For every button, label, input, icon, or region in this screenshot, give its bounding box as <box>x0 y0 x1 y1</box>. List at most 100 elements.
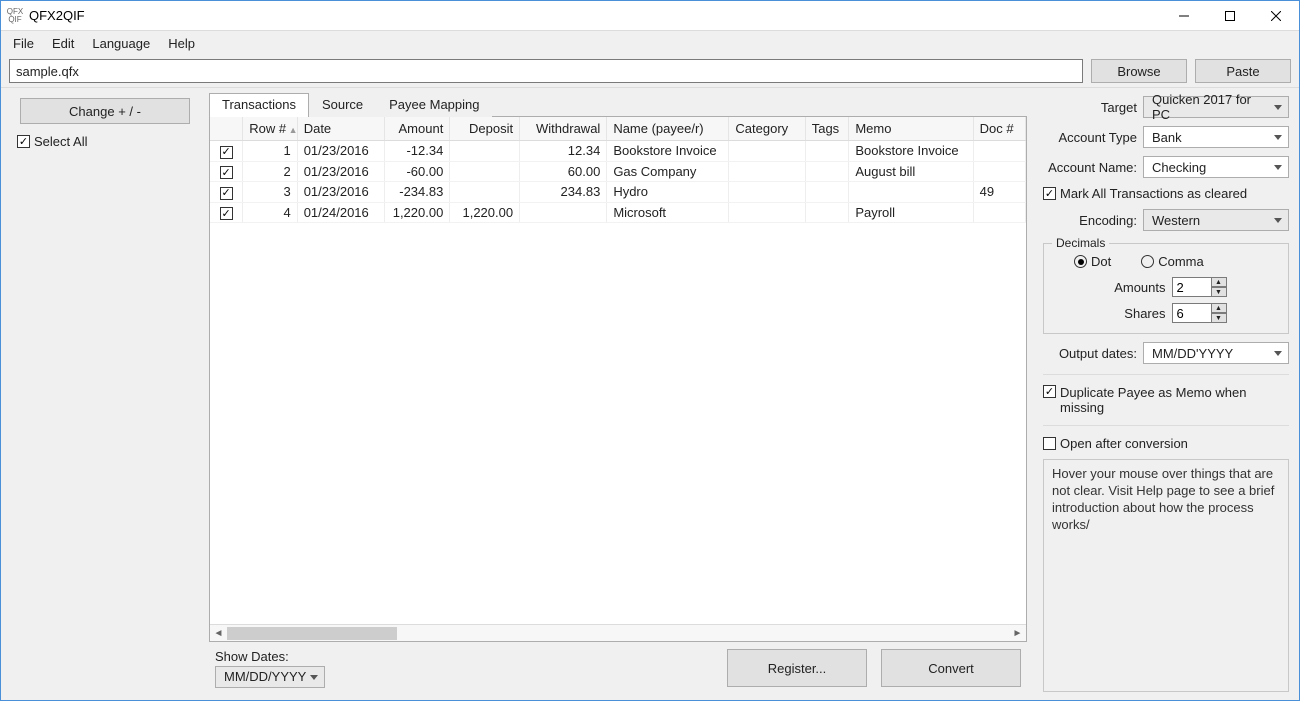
cell-amount: -12.34 <box>384 141 449 162</box>
open-after-row[interactable]: Open after conversion <box>1043 436 1188 451</box>
col-check[interactable] <box>210 117 243 141</box>
cell-deposit <box>450 182 520 203</box>
scroll-left-arrow[interactable]: ◄ <box>210 625 227 642</box>
cell-doc: 49 <box>973 182 1025 203</box>
row-checkbox[interactable] <box>220 207 233 220</box>
col-tags[interactable]: Tags <box>805 117 849 141</box>
cell-withdrawal <box>520 202 607 223</box>
minimize-button[interactable] <box>1161 1 1207 30</box>
row-checkbox-cell[interactable] <box>210 182 243 203</box>
cell-date: 01/24/2016 <box>297 202 384 223</box>
dup-payee-checkbox[interactable] <box>1043 385 1056 398</box>
col-row[interactable]: Row # <box>243 117 298 141</box>
cell-row: 1 <box>243 141 298 162</box>
close-button[interactable] <box>1253 1 1299 30</box>
cell-category <box>729 182 805 203</box>
row-checkbox[interactable] <box>220 187 233 200</box>
change-sign-button[interactable]: Change + / - <box>20 98 190 124</box>
tab-source[interactable]: Source <box>309 93 376 117</box>
amounts-label: Amounts <box>1106 280 1166 295</box>
cell-doc <box>973 161 1025 182</box>
shares-label: Shares <box>1106 306 1166 321</box>
right-panel: Target Quicken 2017 for PC Account Type … <box>1033 88 1299 700</box>
select-all-row[interactable]: Select All <box>11 134 87 149</box>
main-body: Change + / - Select All Transactions Sou… <box>1 87 1299 700</box>
dup-payee-row[interactable]: Duplicate Payee as Memo when missing <box>1043 385 1289 415</box>
amounts-up-icon[interactable]: ▲ <box>1211 277 1227 287</box>
amounts-input[interactable] <box>1172 277 1212 297</box>
app-icon: QFXQIF <box>7 8 23 24</box>
scroll-right-arrow[interactable]: ► <box>1009 625 1026 642</box>
cell-name: Hydro <box>607 182 729 203</box>
col-deposit[interactable]: Deposit <box>450 117 520 141</box>
file-path-input[interactable]: sample.qfx <box>9 59 1083 83</box>
cell-name: Microsoft <box>607 202 729 223</box>
table-row[interactable]: 201/23/2016-60.0060.00Gas CompanyAugust … <box>210 161 1026 182</box>
table-empty-area <box>210 223 1026 624</box>
account-name-combo[interactable]: Checking <box>1143 156 1289 178</box>
col-category[interactable]: Category <box>729 117 805 141</box>
shares-up-icon[interactable]: ▲ <box>1211 303 1227 313</box>
menu-language[interactable]: Language <box>84 33 158 54</box>
tab-transactions[interactable]: Transactions <box>209 93 309 117</box>
show-dates-group: Show Dates: MM/DD/YYYY <box>215 649 325 688</box>
app-window: QFXQIF QFX2QIF File Edit Language Help s… <box>0 0 1300 701</box>
scroll-thumb[interactable] <box>227 627 397 640</box>
decimal-dot-radio[interactable]: Dot <box>1074 254 1111 269</box>
mark-cleared-row[interactable]: Mark All Transactions as cleared <box>1043 186 1247 201</box>
shares-down-icon[interactable]: ▼ <box>1211 313 1227 323</box>
file-path-value: sample.qfx <box>16 64 79 79</box>
select-all-label: Select All <box>34 134 87 149</box>
cell-date: 01/23/2016 <box>297 161 384 182</box>
shares-input[interactable] <box>1172 303 1212 323</box>
cell-name: Bookstore Invoice <box>607 141 729 162</box>
cell-memo: Bookstore Invoice <box>849 141 973 162</box>
select-all-checkbox[interactable] <box>17 135 30 148</box>
encoding-combo[interactable]: Western <box>1143 209 1289 231</box>
center-panel: Transactions Source Payee Mapping Row # … <box>209 88 1033 700</box>
table-row[interactable]: 401/24/20161,220.001,220.00MicrosoftPayr… <box>210 202 1026 223</box>
col-amount[interactable]: Amount <box>384 117 449 141</box>
menu-edit[interactable]: Edit <box>44 33 82 54</box>
account-type-combo[interactable]: Bank <box>1143 126 1289 148</box>
table-row[interactable]: 301/23/2016-234.83234.83Hydro49 <box>210 182 1026 203</box>
menu-file[interactable]: File <box>5 33 42 54</box>
cell-row: 2 <box>243 161 298 182</box>
col-name[interactable]: Name (payee/r) <box>607 117 729 141</box>
col-date[interactable]: Date <box>297 117 384 141</box>
cell-doc <box>973 141 1025 162</box>
horizontal-scrollbar[interactable]: ◄ ► <box>210 624 1026 641</box>
output-dates-label: Output dates: <box>1043 346 1137 361</box>
show-dates-combo[interactable]: MM/DD/YYYY <box>215 666 325 688</box>
row-checkbox[interactable] <box>220 146 233 159</box>
register-button[interactable]: Register... <box>727 649 867 687</box>
row-checkbox-cell[interactable] <box>210 202 243 223</box>
table-row[interactable]: 101/23/2016-12.3412.34Bookstore InvoiceB… <box>210 141 1026 162</box>
cell-row: 4 <box>243 202 298 223</box>
paste-button[interactable]: Paste <box>1195 59 1291 83</box>
menu-help[interactable]: Help <box>160 33 203 54</box>
cell-tags <box>805 202 849 223</box>
cell-amount: 1,220.00 <box>384 202 449 223</box>
decimal-comma-radio[interactable]: Comma <box>1141 254 1204 269</box>
cell-amount: -60.00 <box>384 161 449 182</box>
browse-button[interactable]: Browse <box>1091 59 1187 83</box>
tab-payee-mapping[interactable]: Payee Mapping <box>376 93 492 117</box>
row-checkbox[interactable] <box>220 166 233 179</box>
open-after-checkbox[interactable] <box>1043 437 1056 450</box>
cell-name: Gas Company <box>607 161 729 182</box>
row-checkbox-cell[interactable] <box>210 161 243 182</box>
col-memo[interactable]: Memo <box>849 117 973 141</box>
convert-button[interactable]: Convert <box>881 649 1021 687</box>
maximize-button[interactable] <box>1207 1 1253 30</box>
mark-cleared-checkbox[interactable] <box>1043 187 1056 200</box>
scroll-track[interactable] <box>227 625 1009 642</box>
shares-spinner[interactable]: ▲▼ <box>1172 303 1227 323</box>
output-dates-combo[interactable]: MM/DD'YYYY <box>1143 342 1289 364</box>
amounts-down-icon[interactable]: ▼ <box>1211 287 1227 297</box>
row-checkbox-cell[interactable] <box>210 141 243 162</box>
col-doc[interactable]: Doc # <box>973 117 1025 141</box>
target-combo[interactable]: Quicken 2017 for PC <box>1143 96 1289 118</box>
col-withdrawal[interactable]: Withdrawal <box>520 117 607 141</box>
amounts-spinner[interactable]: ▲▼ <box>1172 277 1227 297</box>
